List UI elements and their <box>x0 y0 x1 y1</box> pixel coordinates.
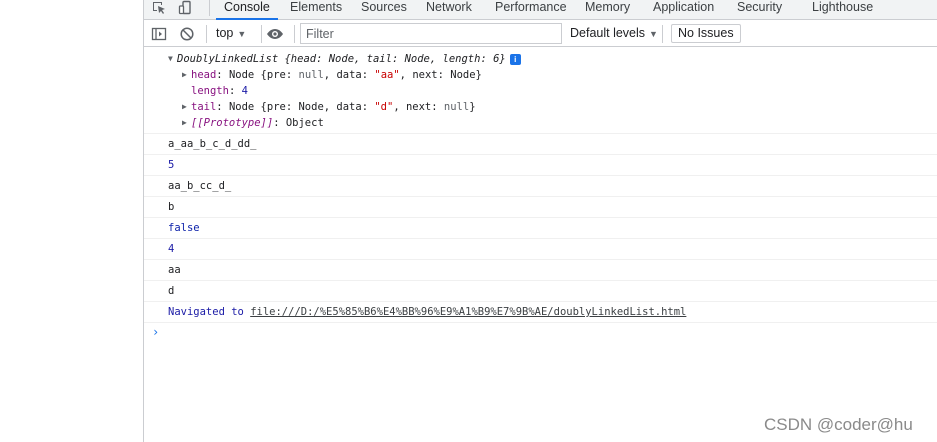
object-property-tail[interactable]: ▶ tail: Node {pre: Node, data: "d", next:… <box>168 99 937 115</box>
tab-console[interactable]: Console <box>216 0 278 20</box>
device-toolbar-icon[interactable] <box>177 0 195 17</box>
property-number: 4 <box>241 85 248 97</box>
log-number: 5 <box>168 159 175 171</box>
log-text: aa_b_cc_d_ <box>168 180 232 192</box>
tab-elements[interactable]: Elements <box>290 0 342 20</box>
log-boolean: false <box>168 222 200 234</box>
object-property-length: length: 4 <box>191 85 248 97</box>
object-class-name: DoublyLinkedList <box>177 53 279 65</box>
sidebar-toggle-icon[interactable] <box>150 25 168 43</box>
expanded-triangle-icon[interactable]: ▼ <box>168 51 177 67</box>
collapsed-triangle-icon[interactable]: ▶ <box>182 67 191 83</box>
toolbar-divider <box>261 25 262 43</box>
console-message-object: ▼ DoublyLinkedList {head: Node, tail: Nod… <box>144 48 937 134</box>
console-message: a_aa_b_c_d_dd_ <box>144 134 937 155</box>
toolbar-divider <box>294 25 295 43</box>
property-key: [[Prototype]] <box>191 117 274 129</box>
object-summary-fields: {head: Node, tail: Node, length: 6} <box>284 53 506 65</box>
context-selector[interactable]: top ▼ <box>216 26 246 40</box>
tab-performance[interactable]: Performance <box>495 0 567 20</box>
object-property-prototype[interactable]: ▶ [[Prototype]]: Object <box>168 115 937 131</box>
property-string: "d" <box>374 101 394 113</box>
console-message: 5 <box>144 155 937 176</box>
console-message: b <box>144 197 937 218</box>
dropdown-arrow-icon: ▼ <box>237 29 247 39</box>
log-levels-dropdown[interactable]: Default levels ▼ <box>570 26 658 40</box>
log-number: 4 <box>168 243 175 255</box>
property-value-mid: , next: <box>393 101 444 113</box>
property-value: Object <box>285 117 324 129</box>
live-expression-eye-icon[interactable] <box>266 25 284 43</box>
console-output: ▼ DoublyLinkedList {head: Node, tail: Nod… <box>144 48 937 343</box>
property-key: length <box>191 85 229 97</box>
toolbar-divider <box>662 25 663 43</box>
console-message: d <box>144 281 937 302</box>
clear-console-icon[interactable] <box>178 25 196 43</box>
page-viewport <box>0 0 144 442</box>
context-label: top <box>216 26 234 40</box>
tab-network[interactable]: Network <box>426 0 472 20</box>
property-key: head <box>191 69 217 81</box>
property-value-end: , next: Node} <box>399 69 482 81</box>
console-message: false <box>144 218 937 239</box>
console-toolbar: top▼ Default levels▼ No Issues <box>144 21 937 47</box>
tab-bar-divider <box>209 0 210 16</box>
log-text: aa <box>168 264 181 276</box>
info-icon[interactable]: i <box>509 54 521 65</box>
log-levels-label: Default levels <box>570 26 646 40</box>
prompt-chevron-icon: › <box>152 325 160 339</box>
property-null: null <box>443 101 470 113</box>
console-message: 4 <box>144 239 937 260</box>
property-value-prefix: Node {pre: Node, data: <box>228 101 375 113</box>
dropdown-arrow-icon: ▼ <box>649 29 658 39</box>
object-summary[interactable]: ▼ DoublyLinkedList {head: Node, tail: Nod… <box>168 51 937 67</box>
console-message: aa <box>144 260 937 281</box>
toolbar-divider <box>206 25 207 43</box>
property-value-mid: , data: <box>323 69 375 81</box>
navigation-url-link[interactable]: file:///D:/%E5%85%B6%E4%BB%96%E9%A1%B9%E… <box>250 306 686 318</box>
tab-memory[interactable]: Memory <box>585 0 630 20</box>
collapsed-triangle-icon[interactable]: ▶ <box>182 99 191 115</box>
log-text: b <box>168 201 175 213</box>
csdn-watermark: CSDN @coder@hu <box>764 415 913 434</box>
inspect-element-icon[interactable] <box>150 0 168 17</box>
property-value-end: } <box>469 101 476 113</box>
log-text: a_aa_b_c_d_dd_ <box>168 138 257 150</box>
tab-security[interactable]: Security <box>737 0 782 20</box>
collapsed-triangle-icon[interactable]: ▶ <box>182 115 191 131</box>
tab-application[interactable]: Application <box>653 0 714 20</box>
tab-sources[interactable]: Sources <box>361 0 407 20</box>
console-message: aa_b_cc_d_ <box>144 176 937 197</box>
navigation-label: Navigated to <box>168 306 244 318</box>
property-null: null <box>298 69 324 81</box>
console-prompt[interactable]: › <box>144 323 937 343</box>
devtools-panel: Console Elements Sources Network Perform… <box>144 0 937 442</box>
navigation-message: Navigated to file:///D:/%E5%85%B6%E4%BB%… <box>144 302 937 323</box>
property-string: "aa" <box>374 69 400 81</box>
filter-input[interactable] <box>300 23 562 44</box>
tab-lighthouse[interactable]: Lighthouse <box>812 0 873 20</box>
issues-button[interactable]: No Issues <box>671 24 741 43</box>
object-property-head[interactable]: ▶ head: Node {pre: null, data: "aa", next… <box>168 67 937 83</box>
devtools-tab-bar: Console Elements Sources Network Perform… <box>144 0 937 20</box>
property-value-prefix: Node {pre: <box>228 69 299 81</box>
property-key: tail <box>191 101 217 113</box>
log-text: d <box>168 285 175 297</box>
